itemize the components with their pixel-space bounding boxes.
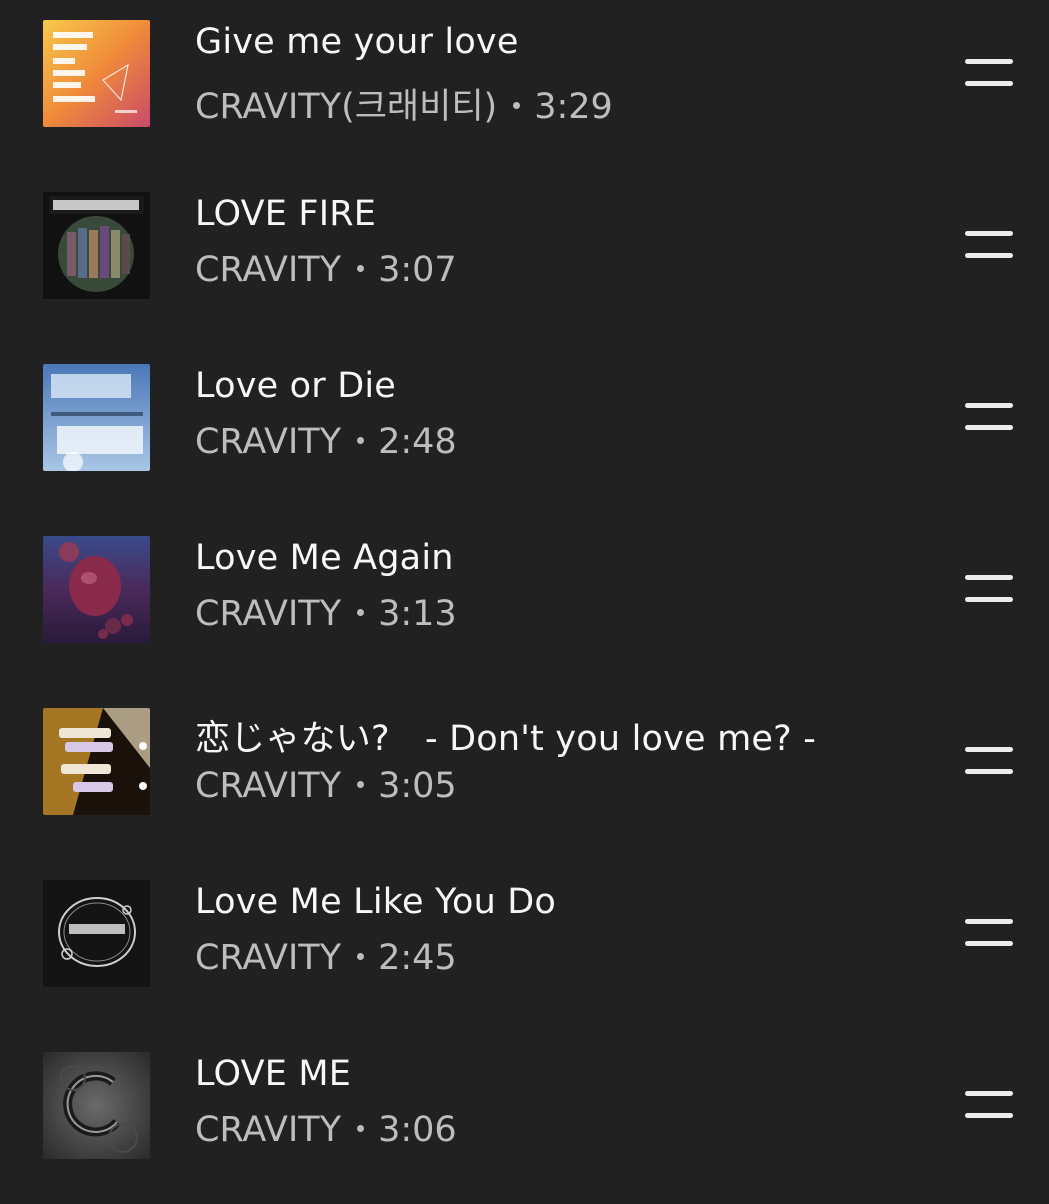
track-title: LOVE ME (195, 1054, 352, 1094)
track-meta: CRAVITY 2:45 (195, 938, 457, 978)
track-title: 恋じゃない? - Don't you love me? - (195, 719, 817, 759)
drag-handle-icon[interactable] (965, 399, 1015, 431)
drag-handle-icon[interactable] (965, 571, 1015, 603)
track-row-love-me[interactable]: LOVE ME CRAVITY 3:06 (0, 1032, 1049, 1204)
separator-dot-icon (357, 436, 365, 444)
track-meta: CRAVITY(크래비티) 3:29 (195, 78, 613, 129)
separator-dot-icon (357, 608, 365, 616)
album-cover-chat-bubbles (43, 708, 150, 815)
track-duration: 3:07 (378, 250, 457, 290)
track-duration: 3:29 (534, 87, 613, 127)
separator-dot-icon (357, 952, 365, 960)
separator-dot-icon (513, 101, 521, 109)
track-duration: 3:05 (378, 766, 457, 806)
track-duration: 3:13 (378, 594, 457, 634)
album-cover-grey-swirl (43, 1052, 150, 1159)
track-title: Give me your love (195, 22, 519, 62)
track-artist: CRAVITY (195, 1110, 342, 1150)
track-artist: CRAVITY (195, 422, 342, 462)
track-list: Give me your love CRAVITY(크래비티) 3:29 LOVE… (0, 0, 1049, 1200)
track-meta: CRAVITY 3:13 (195, 594, 457, 634)
track-artist: CRAVITY (195, 250, 342, 290)
album-cover-evershine (43, 364, 150, 471)
track-meta: CRAVITY 3:07 (195, 250, 457, 290)
track-title: Love or Die (195, 366, 397, 406)
track-meta: CRAVITY 3:06 (195, 1110, 457, 1150)
track-artist: CRAVITY (195, 766, 342, 806)
album-cover-purple-spheres (43, 536, 150, 643)
album-cover-dark-ring (43, 880, 150, 987)
drag-handle-icon[interactable] (965, 1087, 1015, 1119)
track-meta: CRAVITY 2:48 (195, 422, 457, 462)
track-meta: CRAVITY 3:05 (195, 766, 457, 806)
track-row-love-me-like-you-do[interactable]: Love Me Like You Do CRAVITY 2:45 (0, 860, 1049, 1032)
track-title: Love Me Again (195, 538, 454, 578)
track-row-love-or-die[interactable]: Love or Die CRAVITY 2:48 (0, 344, 1049, 516)
track-artist: CRAVITY (195, 938, 342, 978)
track-artist: CRAVITY(크래비티) (195, 87, 498, 127)
track-duration: 2:48 (378, 422, 457, 462)
track-artist: CRAVITY (195, 594, 342, 634)
separator-dot-icon (357, 780, 365, 788)
track-row-koi-janai[interactable]: 恋じゃない? - Don't you love me? - CRAVITY 3:0… (0, 688, 1049, 860)
album-cover-be-our-voice (43, 20, 150, 127)
track-title: Love Me Like You Do (195, 882, 557, 922)
track-title: LOVE FIRE (195, 194, 377, 234)
track-duration: 2:45 (378, 938, 457, 978)
separator-dot-icon (357, 264, 365, 272)
drag-handle-icon[interactable] (965, 915, 1015, 947)
drag-handle-icon[interactable] (965, 55, 1015, 87)
track-duration: 3:06 (378, 1110, 457, 1150)
track-row-give-me-your-love[interactable]: Give me your love CRAVITY(크래비티) 3:29 (0, 0, 1049, 172)
album-cover-sun-seeker (43, 192, 150, 299)
track-row-love-fire[interactable]: LOVE FIRE CRAVITY 3:07 (0, 172, 1049, 344)
separator-dot-icon (357, 1124, 365, 1132)
track-row-love-me-again[interactable]: Love Me Again CRAVITY 3:13 (0, 516, 1049, 688)
drag-handle-icon[interactable] (965, 227, 1015, 259)
drag-handle-icon[interactable] (965, 743, 1015, 775)
